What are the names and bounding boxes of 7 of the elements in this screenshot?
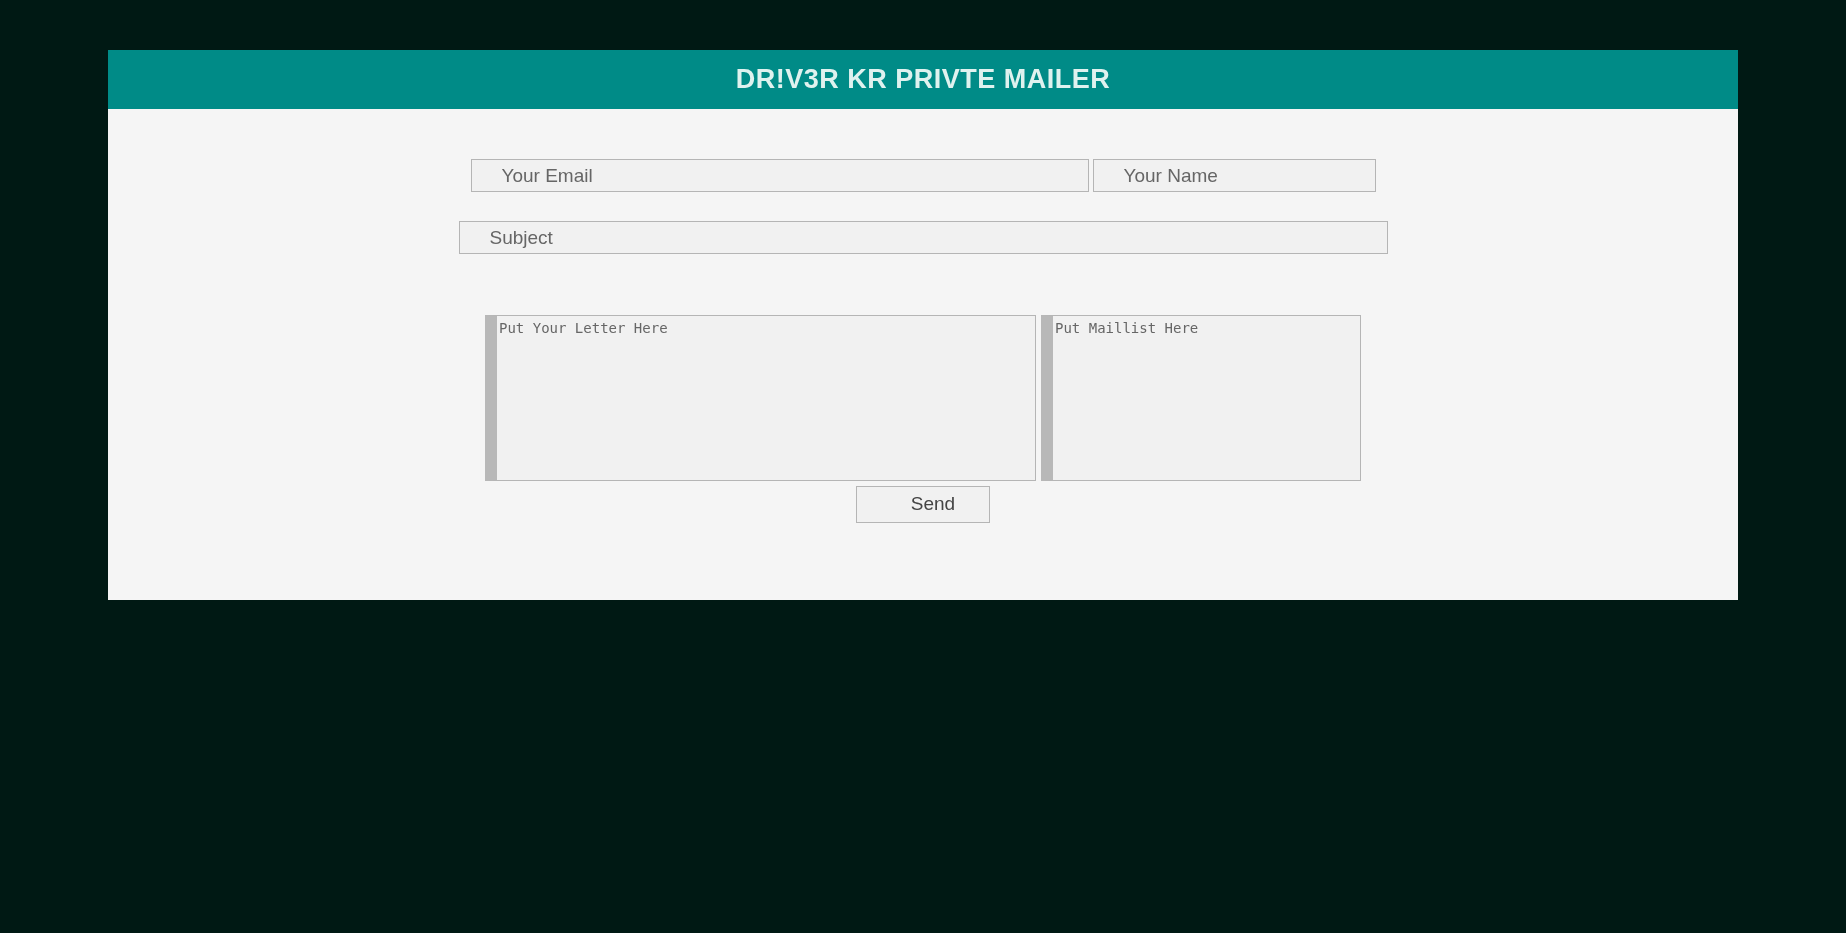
maillist-field[interactable]: Put Maillist Here bbox=[1041, 315, 1361, 481]
subject-field[interactable]: Subject bbox=[458, 221, 1388, 254]
letter-field[interactable]: Put Your Letter Here bbox=[485, 315, 1036, 481]
page-title: DR!V3R KR PRIVTE MAILER bbox=[735, 63, 1111, 97]
send-button[interactable]: Send bbox=[856, 486, 990, 523]
name-field[interactable]: Your Name bbox=[1092, 159, 1376, 192]
email-field[interactable]: Your Email bbox=[470, 159, 1089, 192]
